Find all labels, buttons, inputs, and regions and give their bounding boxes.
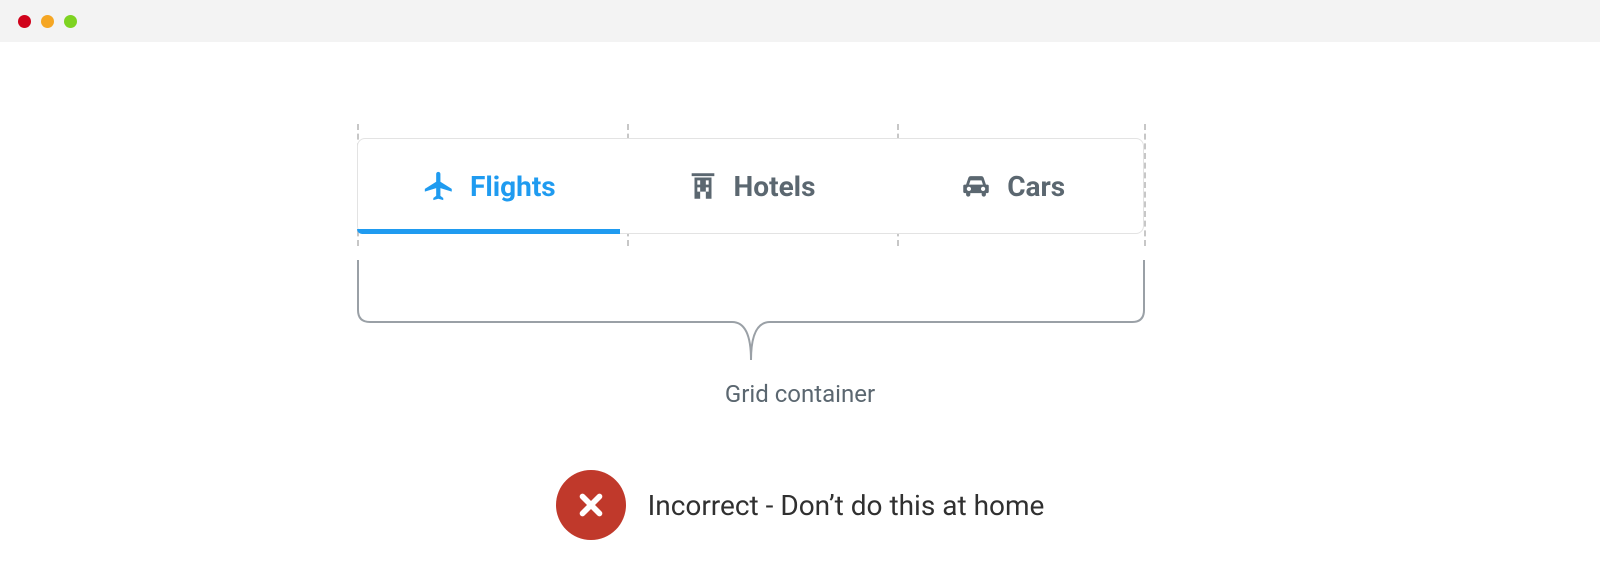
tab-hotels[interactable]: Hotels xyxy=(620,139,882,233)
bracket-label: Grid container xyxy=(0,380,1600,408)
error-row: Incorrect - Don’t do this at home xyxy=(0,470,1600,540)
tabs: Flights Hotels Cars xyxy=(357,138,1144,234)
diagram-stage: Flights Hotels Cars Grid container Incor… xyxy=(0,42,1600,572)
traffic-light-zoom-icon[interactable] xyxy=(64,15,77,28)
window-title-bar xyxy=(0,0,1600,42)
tab-label: Hotels xyxy=(734,170,816,203)
tab-label: Cars xyxy=(1007,170,1065,203)
plane-icon xyxy=(422,169,456,203)
grid-guide-line xyxy=(1144,124,1146,246)
tab-label: Flights xyxy=(470,170,556,203)
car-icon xyxy=(959,169,993,203)
traffic-light-close-icon[interactable] xyxy=(18,15,31,28)
bracket-annotation xyxy=(352,260,1150,380)
error-icon xyxy=(556,470,626,540)
tab-cars[interactable]: Cars xyxy=(881,139,1143,233)
hotel-icon xyxy=(686,169,720,203)
traffic-light-minimize-icon[interactable] xyxy=(41,15,54,28)
error-text: Incorrect - Don’t do this at home xyxy=(648,489,1045,522)
tab-flights[interactable]: Flights xyxy=(358,139,620,233)
